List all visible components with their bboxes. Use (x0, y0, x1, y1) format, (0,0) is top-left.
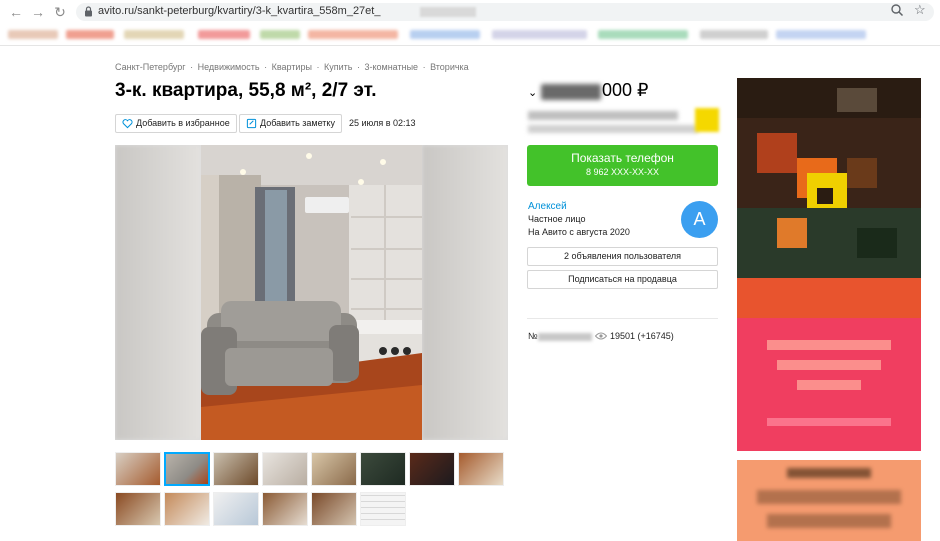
ad-number-redacted (538, 333, 592, 341)
ad-text-redacted (767, 514, 891, 528)
ad-text-redacted (787, 468, 871, 478)
divider (527, 318, 718, 319)
thumbnail[interactable] (262, 452, 308, 486)
breadcrumb: Санкт-Петербург · Недвижимость · Квартир… (115, 62, 469, 72)
seller-type: Частное лицо (528, 214, 586, 224)
thumbnail[interactable] (213, 492, 259, 526)
zoom-icon[interactable] (890, 3, 904, 17)
thumbnail[interactable] (213, 452, 259, 486)
breadcrumb-link[interactable]: Санкт-Петербург (115, 62, 186, 72)
thumbnail[interactable] (311, 492, 357, 526)
add-to-favorites-label: Добавить в избранное (136, 118, 230, 128)
forward-icon[interactable]: → (30, 4, 46, 20)
page-title: 3-к. квартира, 55,8 м², 2/7 эт. (115, 80, 377, 101)
thumbnail[interactable] (115, 492, 161, 526)
ad-banner-secondary[interactable] (737, 460, 921, 541)
bookmark-item[interactable] (8, 30, 58, 39)
breadcrumb-link[interactable]: Купить (324, 62, 352, 72)
bookmark-item[interactable] (66, 30, 114, 39)
subscribe-seller-button[interactable]: Подписаться на продавца (527, 270, 718, 289)
ad-text-redacted (757, 490, 901, 504)
bookmark-item[interactable] (410, 30, 480, 39)
add-note-button[interactable]: Добавить заметку (239, 114, 342, 133)
user-listings-button[interactable]: 2 объявления пользователя (527, 247, 718, 266)
breadcrumb-link[interactable]: 3-комнатные (364, 62, 418, 72)
thumbnail[interactable] (115, 452, 161, 486)
show-phone-button[interactable]: Показать телефон 8 962 XXX-XX-XX (527, 145, 718, 186)
metro-badge (695, 108, 719, 132)
seller-since: На Авито с августа 2020 (528, 227, 630, 237)
browser-chrome: ← → ↻ avito.ru/sankt-peterburg/kvartiry/… (0, 0, 940, 46)
views-count: 19501 (+16745) (610, 331, 674, 341)
thumbnail-active[interactable] (164, 452, 210, 486)
avatar[interactable]: А (681, 201, 718, 238)
room-photo (201, 145, 422, 440)
ad-number-prefix: № (528, 331, 538, 341)
bookmark-star-icon[interactable]: ☆ (914, 2, 926, 18)
add-note-label: Добавить заметку (260, 118, 335, 128)
bookmark-item[interactable] (700, 30, 768, 39)
show-phone-label: Показать телефон (571, 151, 674, 165)
phone-masked: 8 962 XXX-XX-XX (585, 167, 660, 177)
eye-icon (595, 332, 607, 340)
main-photo[interactable] (115, 145, 508, 440)
url-text[interactable]: avito.ru/sankt-peterburg/kvartiry/3-k_kv… (98, 5, 380, 17)
thumbnail-floorplan[interactable] (360, 492, 406, 526)
photo-blur-right (422, 145, 508, 440)
price-redacted (541, 84, 601, 100)
add-to-favorites-button[interactable]: Добавить в избранное (115, 114, 237, 133)
price: 000 ₽ (602, 80, 649, 100)
note-icon (246, 118, 257, 129)
bookmark-item[interactable] (492, 30, 587, 39)
bookmark-item[interactable] (124, 30, 184, 39)
heart-icon (122, 119, 133, 129)
back-icon[interactable]: ← (8, 4, 24, 20)
photo-blur-left (115, 145, 201, 440)
bookmark-item[interactable] (260, 30, 300, 39)
seller-name-link[interactable]: Алексей (528, 201, 567, 212)
bookmark-item[interactable] (598, 30, 688, 39)
price-currency-caret[interactable]: ⌄ (528, 86, 537, 99)
lock-icon (85, 6, 92, 17)
breadcrumb-link[interactable]: Недвижимость (198, 62, 260, 72)
reload-icon[interactable]: ↻ (52, 4, 68, 20)
thumbnail[interactable] (409, 452, 455, 486)
ad-banner-image (737, 78, 921, 451)
thumbnail[interactable] (458, 452, 504, 486)
breadcrumb-link[interactable]: Квартиры (272, 62, 312, 72)
address-bar[interactable]: avito.ru/sankt-peterburg/kvartiry/3-k_kv… (76, 3, 934, 21)
publish-date: 25 июля в 02:13 (349, 118, 416, 128)
breadcrumb-link[interactable]: Вторичка (430, 62, 469, 72)
bookmarks-bar (0, 24, 940, 44)
url-redacted (420, 7, 476, 17)
thumbnail[interactable] (262, 492, 308, 526)
thumbnail[interactable] (311, 452, 357, 486)
ad-banner[interactable] (737, 78, 921, 451)
address-redacted (528, 111, 678, 120)
thumbnail[interactable] (360, 452, 406, 486)
bookmark-item[interactable] (198, 30, 250, 39)
bookmark-item[interactable] (776, 30, 866, 39)
bookmark-item[interactable] (308, 30, 398, 39)
thumbnail[interactable] (164, 492, 210, 526)
address-redacted (528, 125, 698, 133)
